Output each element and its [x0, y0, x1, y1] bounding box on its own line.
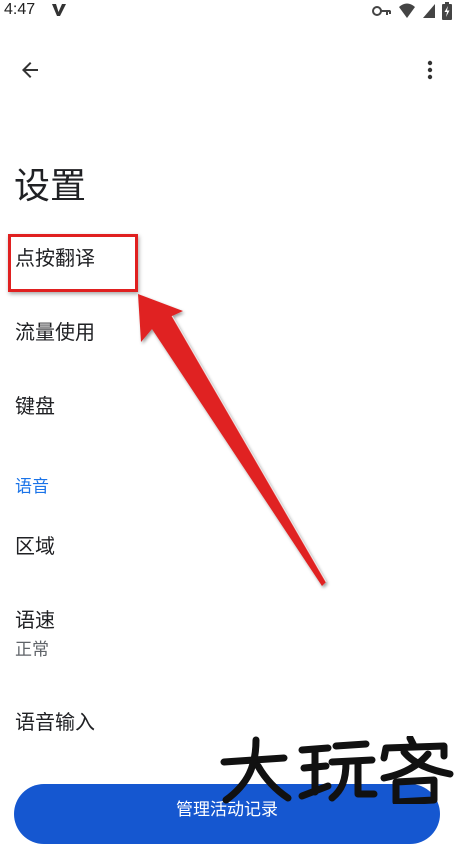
- setting-speech-rate[interactable]: 语速 正常: [0, 606, 458, 662]
- more-options-button[interactable]: [410, 50, 450, 90]
- section-header-speech: 语音: [15, 477, 49, 497]
- setting-title: 键盘: [15, 394, 55, 418]
- setting-title: 区域: [15, 534, 55, 558]
- status-bar: 4:47: [0, 0, 458, 24]
- manage-activity-label: 管理活动记录: [176, 800, 278, 820]
- battery-charging-icon: [442, 2, 452, 20]
- setting-tap-to-translate[interactable]: 点按翻译: [0, 244, 458, 272]
- setting-keyboard[interactable]: 键盘: [0, 392, 458, 420]
- setting-speech-input[interactable]: 语音输入: [0, 708, 458, 736]
- arrow-left-icon: [22, 62, 38, 78]
- manage-activity-button[interactable]: 管理活动记录: [14, 784, 440, 844]
- cell-signal-icon: [422, 3, 436, 19]
- setting-title: 点按翻译: [15, 246, 95, 270]
- status-time: 4:47: [4, 1, 36, 18]
- more-vert-icon: [427, 60, 433, 80]
- setting-region[interactable]: 区域: [0, 532, 458, 560]
- back-button[interactable]: [10, 50, 50, 90]
- v-icon: [50, 1, 68, 19]
- wifi-icon: [398, 3, 416, 19]
- setting-data-usage[interactable]: 流量使用: [0, 318, 458, 346]
- setting-title: 流量使用: [15, 320, 95, 344]
- page-title: 设置: [14, 166, 87, 207]
- setting-title: 语音输入: [15, 710, 95, 734]
- setting-summary: 正常: [15, 640, 49, 660]
- status-icons: [372, 2, 452, 20]
- app-bar: [0, 40, 458, 96]
- key-icon: [372, 5, 392, 17]
- setting-title: 语速: [15, 608, 55, 632]
